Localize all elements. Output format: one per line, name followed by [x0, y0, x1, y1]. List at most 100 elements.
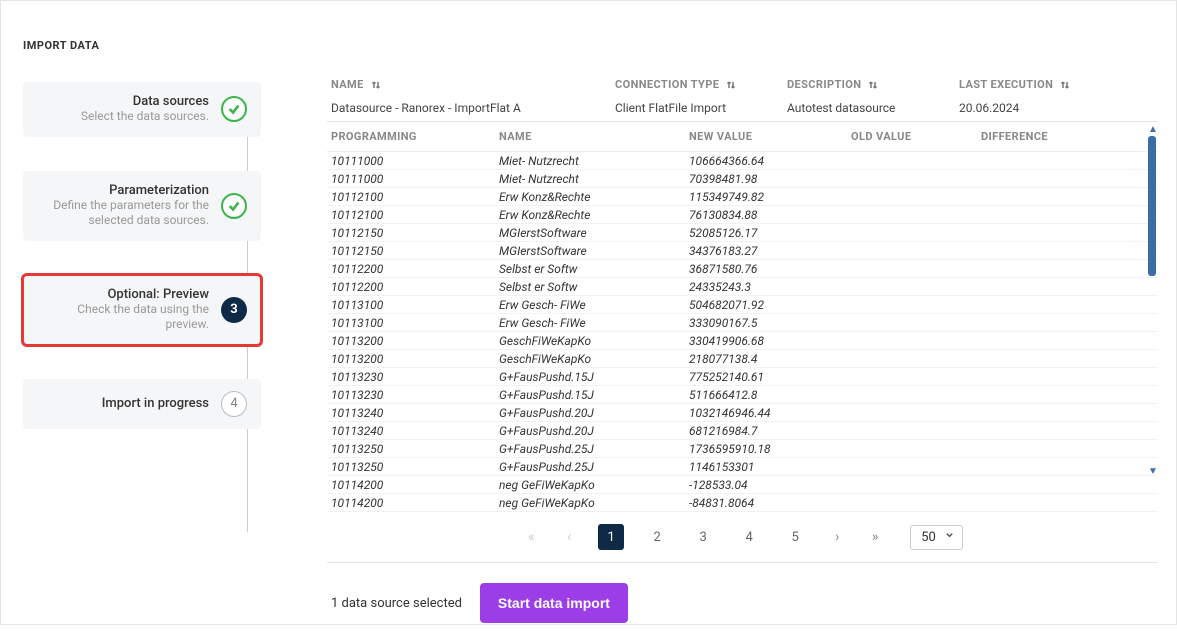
- ds-last-execution: 20.06.2024: [959, 101, 1158, 115]
- cell-c2: Erw Gesch- FiWe: [499, 316, 689, 330]
- preview-header: PROGRAMMING NAME NEW VALUE OLD VALUE DIF…: [327, 122, 1158, 152]
- cell-c1: 10113250: [331, 442, 499, 456]
- step-desc: Select the data sources.: [33, 109, 209, 125]
- cell-c2: neg GeFiWeKapKo: [499, 496, 689, 510]
- cell-c3: 330419906.68: [689, 334, 851, 348]
- table-row[interactable]: 10113100Erw Gesch- FiWe333090167.5: [327, 314, 1158, 332]
- cell-c1: 10113240: [331, 424, 499, 438]
- col-programming: PROGRAMMING: [331, 130, 499, 143]
- step-title: Import in progress: [33, 396, 209, 411]
- page-1[interactable]: 1: [598, 524, 624, 550]
- cell-c3: 106664366.64: [689, 154, 851, 168]
- table-row[interactable]: 10113250G+FausPushd.25J1146153301: [327, 458, 1158, 476]
- main-content: NAME CONNECTION TYPE DESCRIPTION LAST EX…: [271, 72, 1176, 631]
- page-3[interactable]: 3: [690, 524, 716, 550]
- page-5[interactable]: 5: [782, 524, 808, 550]
- table-row[interactable]: 10113200GeschFiWeKapKo330419906.68: [327, 332, 1158, 350]
- cell-c2: G+FausPushd.20J: [499, 424, 689, 438]
- scrollbar[interactable]: ▲ ▼: [1148, 126, 1156, 476]
- table-row[interactable]: 10111000Miet- Nutzrecht106664366.64: [327, 152, 1158, 170]
- cell-c1: 10112200: [331, 262, 499, 276]
- page-last-icon[interactable]: »: [866, 529, 884, 545]
- table-row[interactable]: 10112200Selbst er Softw36871580.76: [327, 260, 1158, 278]
- step-data-sources[interactable]: Data sources Select the data sources.: [23, 82, 261, 137]
- table-row[interactable]: 10113240G+FausPushd.20J681216984.7: [327, 422, 1158, 440]
- scroll-up-icon[interactable]: ▲: [1148, 126, 1156, 134]
- cell-c3: 1736595910.18: [689, 442, 851, 456]
- cell-c3: 24335243.3: [689, 280, 851, 294]
- table-row[interactable]: 10111000Miet- Nutzrecht70398481.98: [327, 170, 1158, 188]
- table-row[interactable]: 10112150MGIerstSoftware52085126.17: [327, 224, 1158, 242]
- cell-c3: -128533.04: [689, 478, 851, 492]
- scroll-thumb[interactable]: [1148, 136, 1156, 276]
- cell-c1: 10114200: [331, 496, 499, 510]
- sort-icon: [1059, 79, 1071, 91]
- datasource-header: NAME CONNECTION TYPE DESCRIPTION LAST EX…: [327, 72, 1158, 97]
- page-first-icon[interactable]: «: [522, 529, 540, 545]
- cell-c1: 10113250: [331, 460, 499, 474]
- preview-table: PROGRAMMING NAME NEW VALUE OLD VALUE DIF…: [327, 121, 1158, 512]
- page-size-select[interactable]: 50: [910, 525, 963, 550]
- page-title: IMPORT DATA: [1, 1, 1176, 52]
- cell-c2: MGIerstSoftware: [499, 226, 689, 240]
- col-new-value: NEW VALUE: [689, 130, 851, 143]
- cell-c1: 10113100: [331, 316, 499, 330]
- step-desc: Define the parameters for the selected d…: [33, 198, 209, 229]
- table-row[interactable]: 10112200Selbst er Softw24335243.3: [327, 278, 1158, 296]
- table-row[interactable]: 10114200neg GeFiWeKapKo-128533.04: [327, 476, 1158, 494]
- col-connection-type[interactable]: CONNECTION TYPE: [615, 78, 787, 91]
- chevron-down-icon: [944, 530, 955, 545]
- page-prev-icon[interactable]: ‹: [560, 529, 578, 545]
- cell-c2: Selbst er Softw: [499, 262, 689, 276]
- cell-c3: 70398481.98: [689, 172, 851, 186]
- step-number-badge: 3: [221, 297, 247, 323]
- step-desc: Check the data using the preview.: [33, 302, 209, 333]
- table-row[interactable]: 10113250G+FausPushd.25J1736595910.18: [327, 440, 1158, 458]
- cell-c1: 10113100: [331, 298, 499, 312]
- page-2[interactable]: 2: [644, 524, 670, 550]
- cell-c1: 10112100: [331, 190, 499, 204]
- table-row[interactable]: 10112100Erw Konz&Rechte76130834.88: [327, 206, 1158, 224]
- col-name[interactable]: NAME: [331, 78, 615, 91]
- cell-c3: 218077138.4: [689, 352, 851, 366]
- footer: 1 data source selected Start data import: [327, 579, 1158, 631]
- cell-c1: 10113200: [331, 352, 499, 366]
- cell-c3: 52085126.17: [689, 226, 851, 240]
- scroll-down-icon[interactable]: ▼: [1148, 468, 1156, 476]
- cell-c3: 775252140.61: [689, 370, 851, 384]
- step-preview[interactable]: Optional: Preview Check the data using t…: [23, 275, 261, 345]
- cell-c3: 36871580.76: [689, 262, 851, 276]
- table-row[interactable]: 10113230G+FausPushd.15J511666412.8: [327, 386, 1158, 404]
- import-panel: IMPORT DATA Data sources Select the data…: [0, 0, 1177, 625]
- step-title: Data sources: [33, 94, 209, 109]
- cell-c1: 10113230: [331, 388, 499, 402]
- table-row[interactable]: 10112150MGIerstSoftware34376183.27: [327, 242, 1158, 260]
- cell-c2: G+FausPushd.20J: [499, 406, 689, 420]
- table-row[interactable]: 10113230G+FausPushd.15J775252140.61: [327, 368, 1158, 386]
- col-description[interactable]: DESCRIPTION: [787, 78, 959, 91]
- page-size-value: 50: [921, 530, 936, 545]
- sort-icon: [725, 79, 737, 91]
- cell-c2: GeschFiWeKapKo: [499, 334, 689, 348]
- cell-c2: Selbst er Softw: [499, 280, 689, 294]
- cell-c3: 333090167.5: [689, 316, 851, 330]
- step-import-progress[interactable]: Import in progress 4: [23, 379, 261, 429]
- page-4[interactable]: 4: [736, 524, 762, 550]
- cell-c2: G+FausPushd.25J: [499, 460, 689, 474]
- cell-c3: 115349749.82: [689, 190, 851, 204]
- table-row[interactable]: 10113100Erw Gesch- FiWe504682071.92: [327, 296, 1158, 314]
- cell-c1: 10113230: [331, 370, 499, 384]
- table-row[interactable]: 10113200GeschFiWeKapKo218077138.4: [327, 350, 1158, 368]
- col-last-execution[interactable]: LAST EXECUTION: [959, 78, 1158, 91]
- table-row[interactable]: 10114200neg GeFiWeKapKo-84831.8064: [327, 494, 1158, 512]
- datasource-row[interactable]: Datasource - Ranorex - ImportFlat A Clie…: [327, 97, 1158, 121]
- page-next-icon[interactable]: ›: [828, 529, 846, 545]
- cell-c1: 10112200: [331, 280, 499, 294]
- cell-c3: 34376183.27: [689, 244, 851, 258]
- start-import-button[interactable]: Start data import: [480, 583, 628, 623]
- step-parameterization[interactable]: Parameterization Define the parameters f…: [23, 171, 261, 241]
- table-row[interactable]: 10113240G+FausPushd.20J1032146946.44: [327, 404, 1158, 422]
- col-name2: NAME: [499, 130, 689, 143]
- table-row[interactable]: 10112100Erw Konz&Rechte115349749.82: [327, 188, 1158, 206]
- cell-c2: Miet- Nutzrecht: [499, 154, 689, 168]
